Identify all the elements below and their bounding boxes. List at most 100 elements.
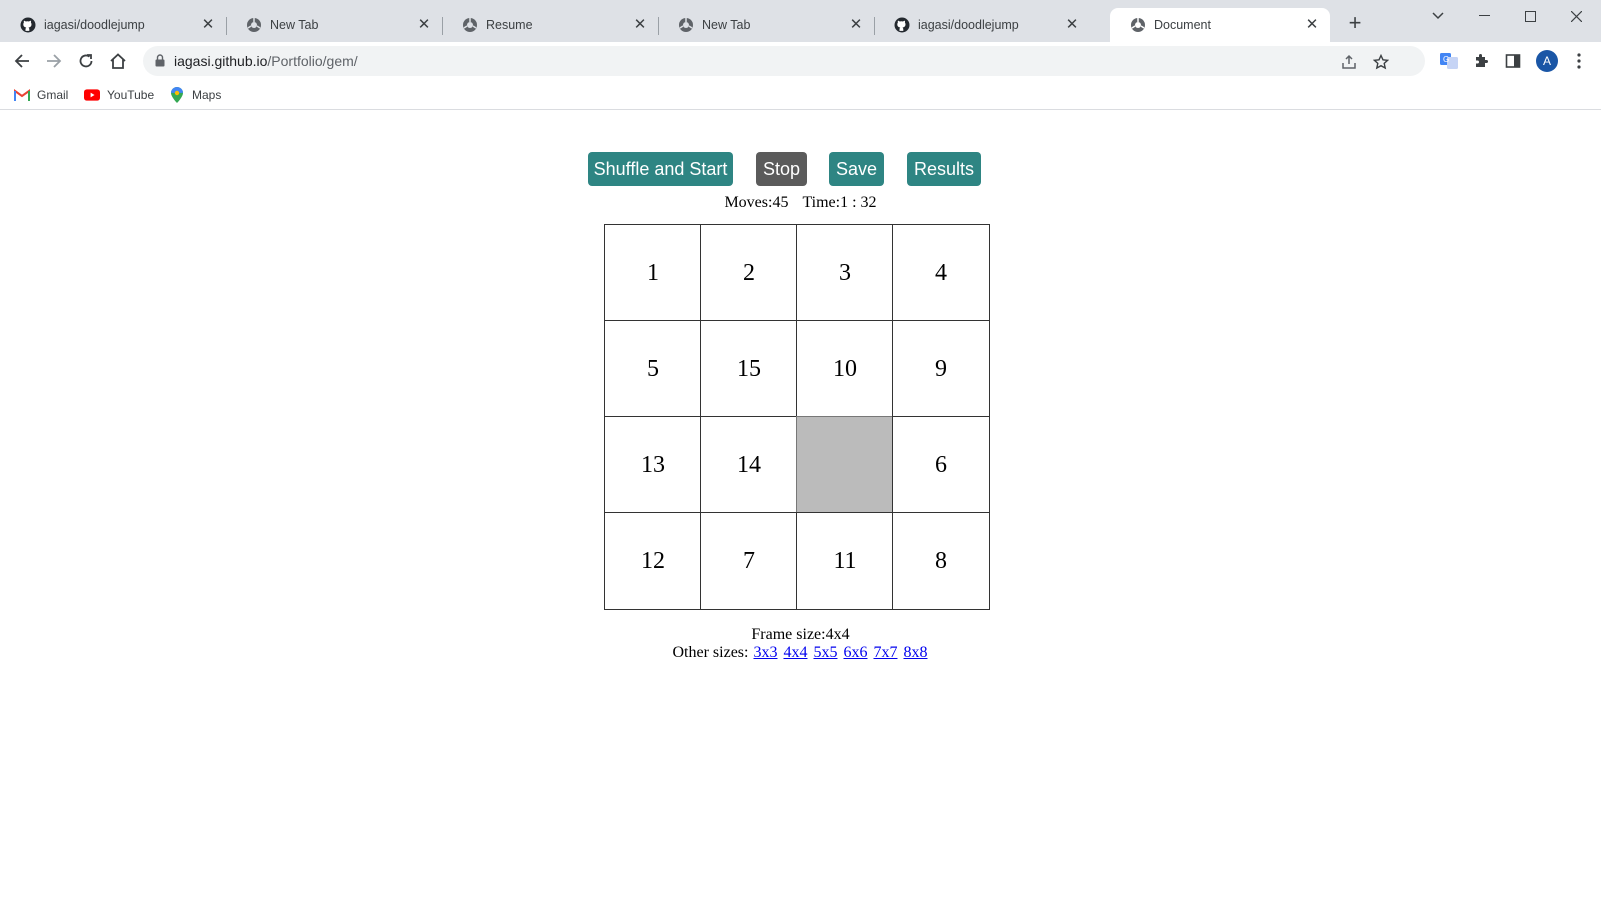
tab-new-tab-1[interactable]: New Tab ✕ (226, 8, 442, 42)
size-link-7x7[interactable]: 7x7 (873, 644, 897, 661)
tab-title: iagasi/doodlejump (918, 18, 1019, 32)
tab-title: Document (1154, 18, 1211, 32)
github-icon (894, 17, 910, 33)
bookmark-label: YouTube (107, 88, 155, 102)
new-tab-button[interactable]: + (1343, 12, 1367, 36)
address-bar[interactable]: iagasi.github.io/Portfolio/gem/ (143, 46, 1425, 76)
puzzle-tile[interactable]: 7 (700, 512, 798, 610)
extensions-button[interactable] (1471, 51, 1491, 71)
tab-doodlejump-2[interactable]: iagasi/doodlejump ✕ (874, 8, 1090, 42)
tab-resume[interactable]: Resume ✕ (442, 8, 658, 42)
puzzle-icon (1476, 54, 1488, 67)
back-button[interactable] (10, 49, 34, 73)
globe-icon (246, 17, 262, 33)
puzzle-tile[interactable]: 11 (796, 512, 894, 610)
close-icon[interactable]: ✕ (416, 17, 432, 33)
size-link-3x3[interactable]: 3x3 (753, 644, 777, 661)
stop-button[interactable]: Stop (756, 152, 807, 186)
close-icon[interactable]: ✕ (1304, 17, 1320, 33)
tab-title: Resume (486, 18, 533, 32)
close-icon (1570, 10, 1582, 22)
puzzle-tile[interactable]: 12 (604, 512, 702, 610)
puzzle-tile[interactable]: 15 (700, 320, 798, 418)
tab-new-tab-2[interactable]: New Tab ✕ (658, 8, 874, 42)
globe-icon (462, 17, 478, 33)
translate-icon: G (1440, 53, 1458, 69)
tab-strip: iagasi/doodlejump ✕ New Tab ✕ Resume ✕ N… (0, 0, 1601, 42)
chevron-down-icon (1432, 12, 1444, 20)
shuffle-and-start-button[interactable]: Shuffle and Start (588, 152, 733, 186)
profile-avatar[interactable]: A (1536, 50, 1558, 72)
save-button[interactable]: Save (829, 152, 884, 186)
bookmark-star-button[interactable] (1372, 53, 1390, 71)
arrow-left-icon (14, 54, 29, 68)
empty-tile[interactable] (796, 416, 894, 514)
tab-document[interactable]: Document ✕ (1110, 8, 1330, 42)
bookmark-label: Gmail (37, 88, 69, 102)
url-path: /Portfolio/gem/ (267, 53, 358, 69)
size-link-5x5[interactable]: 5x5 (813, 644, 837, 661)
puzzle-tile[interactable]: 9 (892, 320, 990, 418)
puzzle-tile[interactable]: 1 (604, 224, 702, 322)
tab-search-button[interactable] (1415, 2, 1461, 30)
translate-extension-button[interactable]: G (1439, 51, 1459, 71)
close-icon[interactable]: ✕ (848, 17, 864, 33)
page-content: Shuffle and Start Stop Save Results Move… (1, 111, 1600, 897)
close-icon[interactable]: ✕ (1064, 17, 1080, 33)
gmail-icon (14, 87, 30, 103)
bookmark-youtube[interactable]: YouTube (84, 85, 154, 105)
reload-button[interactable] (74, 49, 98, 73)
maps-icon (169, 87, 185, 103)
menu-button[interactable] (1569, 51, 1589, 71)
size-links: 3x3 4x4 5x5 6x6 7x7 8x8 (752, 644, 928, 661)
forward-button[interactable] (42, 49, 66, 73)
close-icon[interactable]: ✕ (632, 17, 648, 33)
puzzle-tile[interactable]: 5 (604, 320, 702, 418)
more-vert-icon (1577, 53, 1581, 69)
puzzle-tile[interactable]: 3 (796, 224, 894, 322)
side-panel-button[interactable] (1503, 51, 1523, 71)
tab-title: iagasi/doodlejump (44, 18, 145, 32)
bookmark-maps[interactable]: Maps (169, 85, 221, 105)
size-link-6x6[interactable]: 6x6 (843, 644, 867, 661)
puzzle-tile[interactable]: 6 (892, 416, 990, 514)
bookmarks-bar: Gmail YouTube Maps (0, 80, 1601, 110)
svg-text:G: G (1443, 55, 1449, 64)
other-sizes-row: Other sizes: 3x3 4x4 5x5 6x6 7x7 8x8 (1, 644, 1600, 662)
home-button[interactable] (106, 49, 130, 73)
side-panel-icon (1505, 54, 1521, 68)
maximize-button[interactable] (1507, 2, 1553, 30)
puzzle-tile[interactable]: 8 (892, 512, 990, 610)
puzzle-tile[interactable]: 10 (796, 320, 894, 418)
globe-icon (1130, 17, 1146, 33)
frame-size-label: Frame size:4x4 (751, 626, 850, 643)
size-link-4x4[interactable]: 4x4 (783, 644, 807, 661)
youtube-icon (84, 87, 100, 103)
share-icon (1342, 54, 1356, 69)
reload-icon (79, 54, 93, 68)
minimize-button[interactable] (1461, 2, 1507, 30)
puzzle-tile[interactable]: 14 (700, 416, 798, 514)
close-window-button[interactable] (1553, 2, 1599, 30)
maximize-icon (1524, 10, 1536, 22)
url-host: iagasi.github.io (174, 53, 268, 69)
home-icon (110, 53, 126, 69)
minimize-icon (1478, 15, 1490, 16)
puzzle-tile[interactable]: 4 (892, 224, 990, 322)
bookmark-gmail[interactable]: Gmail (14, 85, 68, 105)
puzzle-board: 1 2 3 4 5 15 10 9 13 14 6 12 7 11 8 (604, 224, 997, 610)
results-button[interactable]: Results (907, 152, 981, 186)
star-icon (1373, 54, 1389, 70)
tab-doodlejump-1[interactable]: iagasi/doodlejump ✕ (0, 8, 226, 42)
puzzle-tile[interactable]: 2 (700, 224, 798, 322)
close-icon[interactable]: ✕ (200, 17, 216, 33)
size-link-8x8[interactable]: 8x8 (903, 644, 927, 661)
tab-title: New Tab (702, 18, 751, 32)
puzzle-tile[interactable]: 13 (604, 416, 702, 514)
globe-icon (678, 17, 694, 33)
tab-title: New Tab (270, 18, 319, 32)
timer: Time:1 : 32 (802, 194, 877, 211)
url-text: iagasi.github.io/Portfolio/gem/ (174, 53, 358, 69)
share-button[interactable] (1340, 53, 1358, 71)
bookmark-label: Maps (192, 88, 222, 102)
